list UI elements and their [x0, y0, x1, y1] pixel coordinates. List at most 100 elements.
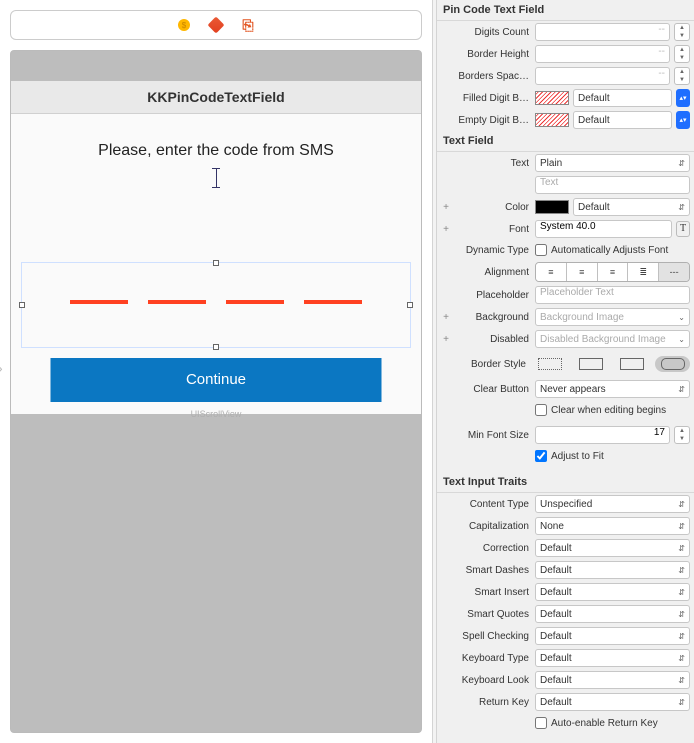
smart-dashes-select[interactable]: Default⇵: [535, 561, 690, 579]
section-pin-code: Pin Code Text Field: [437, 0, 694, 21]
device-canvas[interactable]: KKPinCodeTextField Please, enter the cod…: [10, 50, 422, 733]
border-height-label: Border Height: [451, 49, 535, 60]
digits-count-stepper[interactable]: ▲▼: [674, 23, 690, 41]
expand-arrow-icon[interactable]: ›: [0, 360, 3, 376]
auto-return-checkbox[interactable]: [535, 717, 547, 729]
border-bezel[interactable]: [614, 356, 649, 372]
smart-dashes-label: Smart Dashes: [451, 565, 535, 576]
coin-icon[interactable]: $: [177, 18, 191, 32]
content-type-label: Content Type: [451, 499, 535, 510]
smart-insert-select[interactable]: Default⇵: [535, 583, 690, 601]
keyboard-type-label: Keyboard Type: [451, 653, 535, 664]
clear-button-label: Clear Button: [451, 384, 535, 395]
borders-space-label: Borders Spac…: [451, 71, 535, 82]
alignment-label: Alignment: [451, 267, 535, 278]
smart-quotes-label: Smart Quotes: [451, 609, 535, 620]
digits-count-input[interactable]: --: [535, 23, 670, 41]
filled-digit-swatch[interactable]: [535, 91, 569, 105]
dropdown-icon[interactable]: ▴▾: [676, 89, 690, 107]
keyboard-type-select[interactable]: Default⇵: [535, 649, 690, 667]
dynamic-type-checkbox[interactable]: [535, 244, 547, 256]
add-icon[interactable]: +: [441, 224, 451, 235]
borders-space-input[interactable]: --: [535, 67, 670, 85]
nav-title: KKPinCodeTextField: [11, 81, 421, 114]
add-icon[interactable]: +: [441, 312, 451, 323]
clear-editing-checkbox[interactable]: [535, 404, 547, 416]
text-type-select[interactable]: Plain⇵: [535, 154, 690, 172]
spell-checking-select[interactable]: Default⇵: [535, 627, 690, 645]
border-height-stepper[interactable]: ▲▼: [674, 45, 690, 63]
borders-space-stepper[interactable]: ▲▼: [674, 67, 690, 85]
section-traits: Text Input Traits: [437, 472, 694, 493]
correction-label: Correction: [451, 543, 535, 554]
pin-slot: [148, 300, 206, 304]
border-none[interactable]: [532, 356, 567, 372]
exit-icon[interactable]: ⎘: [241, 18, 255, 32]
capitalization-label: Capitalization: [451, 521, 535, 532]
adjust-fit-checkbox[interactable]: [535, 450, 547, 462]
pin-slot: [304, 300, 362, 304]
font-picker-icon[interactable]: T: [676, 221, 690, 237]
placeholder-label: Placeholder: [451, 290, 535, 301]
color-swatch[interactable]: [535, 200, 569, 214]
return-key-label: Return Key: [451, 697, 535, 708]
return-key-select[interactable]: Default⇵: [535, 693, 690, 711]
align-justify[interactable]: ≣: [628, 263, 659, 281]
border-rounded[interactable]: [655, 356, 690, 372]
background-select[interactable]: Background Image⌄: [535, 308, 690, 326]
border-height-input[interactable]: --: [535, 45, 670, 63]
pin-code-field[interactable]: [11, 300, 421, 304]
capitalization-select[interactable]: None⇵: [535, 517, 690, 535]
align-center[interactable]: ≡: [567, 263, 598, 281]
smart-quotes-select[interactable]: Default⇵: [535, 605, 690, 623]
subtitle-label: Please, enter the code from SMS: [11, 142, 421, 160]
placeholder-input[interactable]: Placeholder Text: [535, 286, 690, 304]
color-select[interactable]: Default⇵: [573, 198, 690, 216]
keyboard-look-select[interactable]: Default⇵: [535, 671, 690, 689]
disabled-label: Disabled: [451, 334, 535, 345]
empty-digit-select[interactable]: Default: [573, 111, 672, 129]
content-type-select[interactable]: Unspecified⇵: [535, 495, 690, 513]
border-style-label: Border Style: [451, 359, 532, 370]
min-font-stepper[interactable]: ▲▼: [674, 426, 690, 444]
selection-outline[interactable]: [21, 262, 411, 348]
text-cursor-icon: [216, 168, 217, 188]
min-font-input[interactable]: 17: [535, 426, 670, 444]
scrollview-label: UIScrollView: [11, 409, 421, 419]
text-label: Text: [451, 158, 535, 169]
text-input[interactable]: Text: [535, 176, 690, 194]
keyboard-look-label: Keyboard Look: [451, 675, 535, 686]
alignment-segmented: ≡ ≡ ≡ ≣ ---: [535, 262, 690, 282]
dropdown-icon[interactable]: ▴▾: [676, 111, 690, 129]
add-icon[interactable]: +: [441, 334, 451, 345]
empty-digit-swatch[interactable]: [535, 113, 569, 127]
inspector-panel: Pin Code Text Field Digits Count--▲▼ Bor…: [437, 0, 694, 743]
font-label: Font: [451, 224, 535, 235]
align-natural[interactable]: ---: [659, 263, 689, 281]
continue-button[interactable]: Continue: [51, 358, 382, 402]
section-text-field: Text Field: [437, 131, 694, 152]
dynamic-type-label: Dynamic Type: [451, 245, 535, 256]
pin-slot: [70, 300, 128, 304]
spell-checking-label: Spell Checking: [451, 631, 535, 642]
smart-insert-label: Smart Insert: [451, 587, 535, 598]
align-right[interactable]: ≡: [598, 263, 629, 281]
font-input[interactable]: System 40.0: [535, 220, 672, 238]
clear-button-select[interactable]: Never appears⇵: [535, 380, 690, 398]
canvas-toolbar: $ ⎘: [10, 10, 422, 40]
digits-count-label: Digits Count: [451, 27, 535, 38]
min-font-label: Min Font Size: [451, 430, 535, 441]
filled-digit-select[interactable]: Default: [573, 89, 672, 107]
resize-handle-top[interactable]: [213, 260, 219, 266]
border-line[interactable]: [573, 356, 608, 372]
add-icon[interactable]: +: [441, 202, 451, 213]
align-left[interactable]: ≡: [536, 263, 567, 281]
resize-handle-bottom[interactable]: [213, 344, 219, 350]
correction-select[interactable]: Default⇵: [535, 539, 690, 557]
cube-icon[interactable]: [209, 18, 223, 32]
disabled-select[interactable]: Disabled Background Image⌄: [535, 330, 690, 348]
pin-slot: [226, 300, 284, 304]
filled-digit-label: Filled Digit B…: [451, 93, 535, 104]
empty-digit-label: Empty Digit B…: [451, 115, 535, 126]
background-label: Background: [451, 312, 535, 323]
